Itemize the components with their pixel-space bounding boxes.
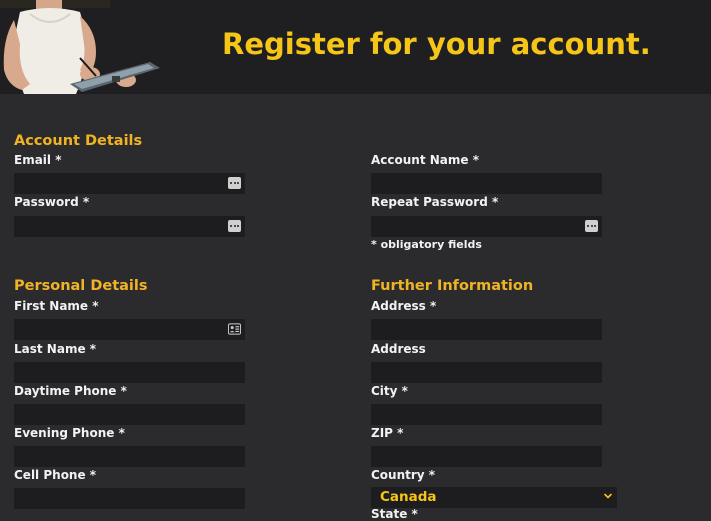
last-name-label: Last Name * bbox=[14, 342, 97, 356]
address1-label: Address * bbox=[371, 299, 437, 313]
email-label: Email * bbox=[14, 153, 62, 167]
country-select[interactable]: Canada bbox=[371, 487, 617, 508]
further-information-heading: Further Information bbox=[371, 278, 534, 294]
country-label: Country * bbox=[371, 468, 436, 482]
personal-details-heading: Personal Details bbox=[14, 278, 148, 294]
zip-label: ZIP * bbox=[371, 426, 404, 440]
account-name-field[interactable] bbox=[371, 173, 602, 194]
address1-field[interactable] bbox=[371, 319, 602, 340]
daytime-phone-label: Daytime Phone * bbox=[14, 384, 127, 398]
first-name-field[interactable] bbox=[14, 319, 245, 340]
ellipsis-key-icon[interactable] bbox=[228, 220, 241, 232]
city-field[interactable] bbox=[371, 404, 602, 425]
woman-with-tablet-photo bbox=[0, 0, 165, 94]
first-name-label: First Name * bbox=[14, 299, 99, 313]
last-name-field[interactable] bbox=[14, 362, 245, 383]
evening-phone-label: Evening Phone * bbox=[14, 426, 125, 440]
cell-phone-field[interactable] bbox=[14, 488, 245, 509]
chevron-down-icon bbox=[604, 493, 612, 499]
page-title: Register for your account. bbox=[222, 27, 651, 61]
cell-phone-label: Cell Phone * bbox=[14, 468, 97, 482]
contact-card-icon[interactable] bbox=[228, 323, 241, 335]
password-label: Password * bbox=[14, 195, 90, 209]
account-details-heading: Account Details bbox=[14, 133, 143, 149]
header-banner: Register for your account. bbox=[0, 0, 711, 94]
email-field[interactable] bbox=[14, 173, 245, 194]
ellipsis-key-icon[interactable] bbox=[585, 220, 598, 232]
repeat-password-label: Repeat Password * bbox=[371, 195, 499, 209]
account-name-label: Account Name * bbox=[371, 153, 479, 167]
password-field[interactable] bbox=[14, 216, 245, 237]
country-select-value: Canada bbox=[380, 489, 437, 505]
required-fields-note: * obligatory fields bbox=[371, 238, 482, 251]
repeat-password-field[interactable] bbox=[371, 216, 602, 237]
state-label: State * bbox=[371, 507, 418, 521]
daytime-phone-field[interactable] bbox=[14, 404, 245, 425]
zip-field[interactable] bbox=[371, 446, 602, 467]
address2-field[interactable] bbox=[371, 362, 602, 383]
address2-label: Address bbox=[371, 342, 426, 356]
city-label: City * bbox=[371, 384, 408, 398]
evening-phone-field[interactable] bbox=[14, 446, 245, 467]
ellipsis-key-icon[interactable] bbox=[228, 177, 241, 189]
